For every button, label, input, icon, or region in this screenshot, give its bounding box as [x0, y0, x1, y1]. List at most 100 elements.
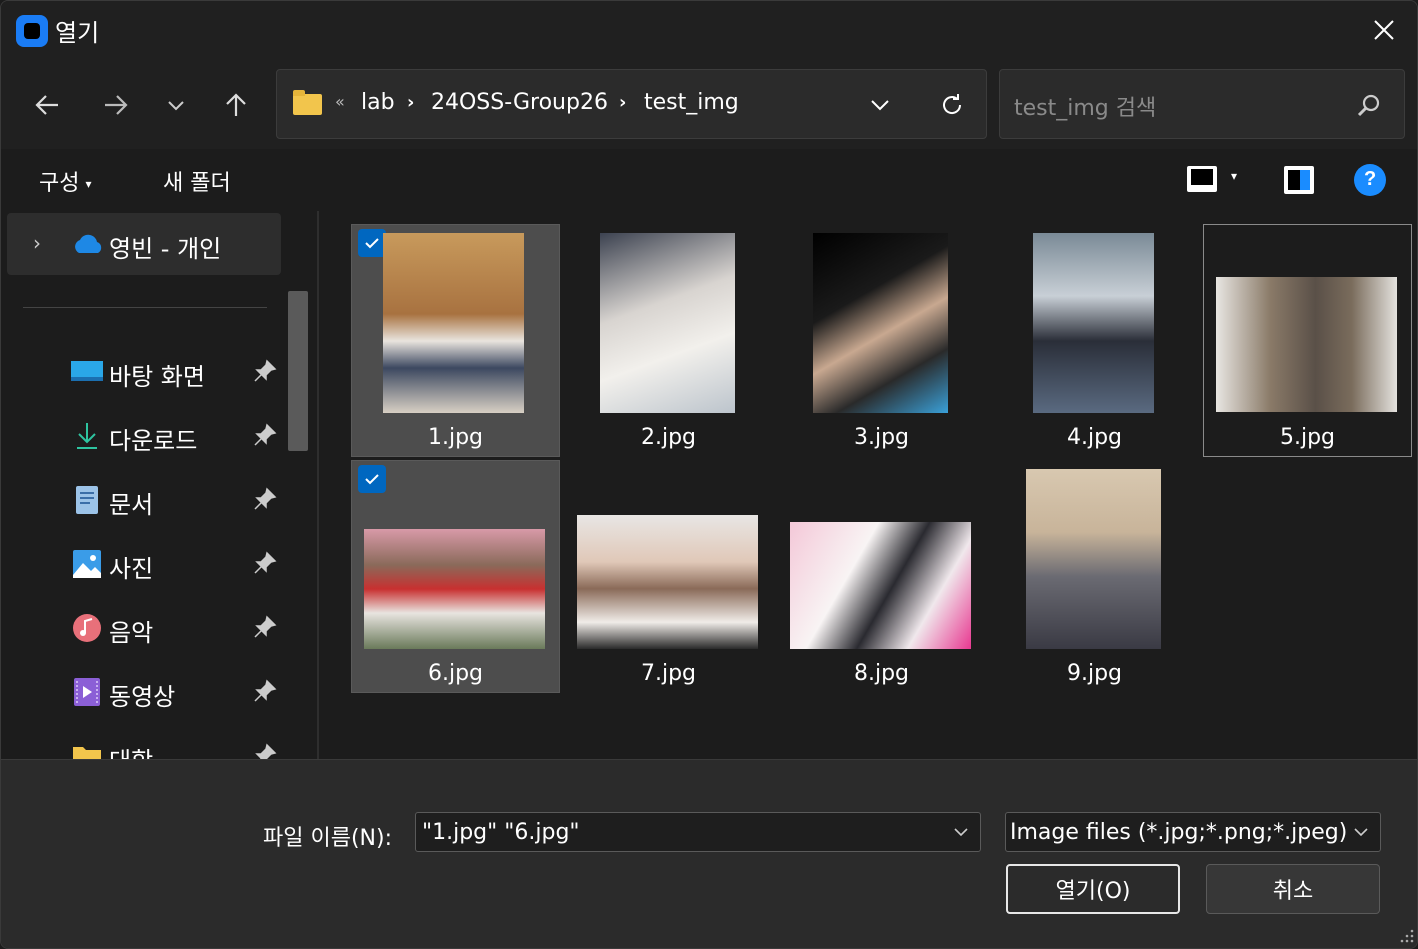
documents-icon: [76, 486, 98, 514]
new-folder-button[interactable]: 새 폴더: [163, 165, 231, 197]
sidebar-item-folder[interactable]: 대학: [1, 729, 291, 759]
up-button[interactable]: [214, 83, 258, 127]
file-name: 4.jpg: [1066, 425, 1123, 450]
arrow-right-icon: [105, 95, 128, 115]
image-thumbnail: [364, 529, 545, 649]
change-view-button[interactable]: [1185, 163, 1219, 197]
file-tile-6[interactable]: 6.jpg: [351, 460, 560, 693]
file-list: 1.jpg 2.jpg 3.jpg 4.jpg 5.jpg 6.jpg 7.jp…: [319, 211, 1417, 759]
refresh-button[interactable]: [935, 88, 969, 122]
file-open-dialog: 열기 « lab › 24OSS-Group26 › test_img test…: [0, 0, 1418, 949]
navigation-bar: « lab › 24OSS-Group26 › test_img test_im…: [1, 59, 1417, 149]
sidebar-item-label: 대학: [109, 741, 153, 759]
caret-down-icon: ▾: [85, 177, 92, 191]
videos-icon: [74, 678, 100, 706]
expand-chevron-icon[interactable]: ›: [33, 231, 41, 255]
sidebar-item-label: 사진: [109, 555, 154, 583]
image-thumbnail: [577, 515, 758, 649]
file-tile-9[interactable]: 9.jpg: [990, 460, 1199, 693]
resize-grip-icon[interactable]: [1397, 928, 1415, 946]
image-thumbnail: [790, 522, 971, 649]
breadcrumb-lab[interactable]: lab: [361, 90, 395, 115]
pin-icon[interactable]: [253, 551, 277, 575]
image-thumbnail: [1026, 469, 1161, 649]
preview-pane-button[interactable]: [1282, 163, 1316, 197]
pin-icon[interactable]: [253, 487, 277, 511]
image-thumbnail: [1033, 233, 1154, 413]
selection-checkbox[interactable]: [358, 229, 386, 257]
arrow-up-icon: [226, 93, 246, 116]
file-name: 1.jpg: [427, 425, 484, 450]
image-thumbnail: [600, 233, 735, 413]
command-bar: 구성 ▾ 새 폴더 ▾ ?: [1, 149, 1417, 211]
pin-icon[interactable]: [253, 743, 277, 759]
breadcrumb-test-img[interactable]: test_img: [644, 90, 739, 115]
forward-button[interactable]: [94, 83, 138, 127]
file-tile-4[interactable]: 4.jpg: [990, 224, 1199, 457]
filename-label: 파일 이름(N):: [263, 826, 392, 851]
sidebar-item-label: 바탕 화면: [109, 363, 205, 391]
dialog-footer: 파일 이름(N): "1.jpg" "6.jpg" Image files (*…: [1, 759, 1417, 948]
file-tile-1[interactable]: 1.jpg: [351, 224, 560, 457]
sidebar-item-downloads[interactable]: 다운로드: [1, 409, 291, 465]
view-options-caret-icon[interactable]: ▾: [1231, 169, 1237, 183]
image-thumbnail: [1216, 277, 1397, 412]
sidebar-item-label: 영빈 - 개인: [109, 235, 222, 263]
filetype-select[interactable]: Image files (*.jpg;*.png;*.jpeg): [1005, 812, 1381, 852]
sidebar-item-label: 다운로드: [109, 427, 198, 455]
image-thumbnail: [383, 233, 524, 413]
pin-icon[interactable]: [253, 615, 277, 639]
chevron-down-icon[interactable]: [950, 821, 972, 843]
search-icon[interactable]: [1356, 92, 1382, 118]
breadcrumb-separator[interactable]: ›: [619, 92, 626, 113]
selection-checkbox[interactable]: [358, 465, 386, 493]
close-icon: [1374, 20, 1394, 40]
help-button[interactable]: ?: [1353, 163, 1387, 197]
music-icon: [73, 614, 101, 642]
sidebar-item-videos[interactable]: 동영상: [1, 665, 291, 721]
checkmark-icon: [365, 238, 379, 249]
breadcrumb-separator[interactable]: ›: [407, 92, 414, 113]
filename-input[interactable]: "1.jpg" "6.jpg": [415, 812, 981, 852]
refresh-icon: [943, 94, 962, 114]
preview-pane-icon: [1284, 166, 1314, 194]
file-tile-2[interactable]: 2.jpg: [564, 224, 773, 457]
sidebar-item-desktop[interactable]: 바탕 화면: [1, 345, 291, 401]
back-button[interactable]: [25, 83, 69, 127]
address-history-button[interactable]: [865, 90, 895, 120]
pin-icon[interactable]: [253, 679, 277, 703]
organize-label: 구성: [39, 171, 80, 196]
sidebar-divider: [23, 307, 267, 308]
sidebar-item-pictures[interactable]: 사진: [1, 537, 291, 593]
file-name: 3.jpg: [853, 425, 910, 450]
file-tile-8[interactable]: 8.jpg: [777, 460, 986, 693]
window-title: 열기: [55, 19, 100, 47]
address-bar[interactable]: « lab › 24OSS-Group26 › test_img: [276, 69, 987, 139]
breadcrumb-overflow[interactable]: «: [335, 92, 345, 111]
file-tile-5[interactable]: 5.jpg: [1203, 224, 1412, 457]
download-icon: [77, 423, 97, 449]
chevron-down-icon: [871, 100, 889, 111]
file-name: 6.jpg: [427, 661, 484, 686]
recent-locations-button[interactable]: [154, 83, 198, 127]
filename-value[interactable]: "1.jpg" "6.jpg": [422, 820, 580, 845]
open-button[interactable]: 열기(O): [1006, 864, 1180, 914]
search-input[interactable]: test_img 검색: [999, 69, 1405, 139]
pictures-icon: [73, 550, 101, 578]
chevron-down-icon: [168, 101, 184, 111]
sidebar-item-music[interactable]: 음악: [1, 601, 291, 657]
file-tile-3[interactable]: 3.jpg: [777, 224, 986, 457]
sidebar-scrollbar[interactable]: [288, 291, 308, 451]
sidebar-item-documents[interactable]: 문서: [1, 473, 291, 529]
pin-icon[interactable]: [253, 423, 277, 447]
title-bar: 열기: [1, 1, 1417, 59]
file-tile-7[interactable]: 7.jpg: [564, 460, 773, 693]
cancel-button[interactable]: 취소: [1206, 864, 1380, 914]
pin-icon[interactable]: [253, 359, 277, 383]
sidebar-item-onedrive[interactable]: › 영빈 - 개인: [7, 213, 281, 275]
file-name: 8.jpg: [853, 661, 910, 686]
close-button[interactable]: [1349, 1, 1417, 59]
breadcrumb-24oss-group26[interactable]: 24OSS-Group26: [431, 90, 608, 115]
file-name: 5.jpg: [1279, 425, 1336, 450]
organize-button[interactable]: 구성 ▾: [39, 165, 92, 197]
